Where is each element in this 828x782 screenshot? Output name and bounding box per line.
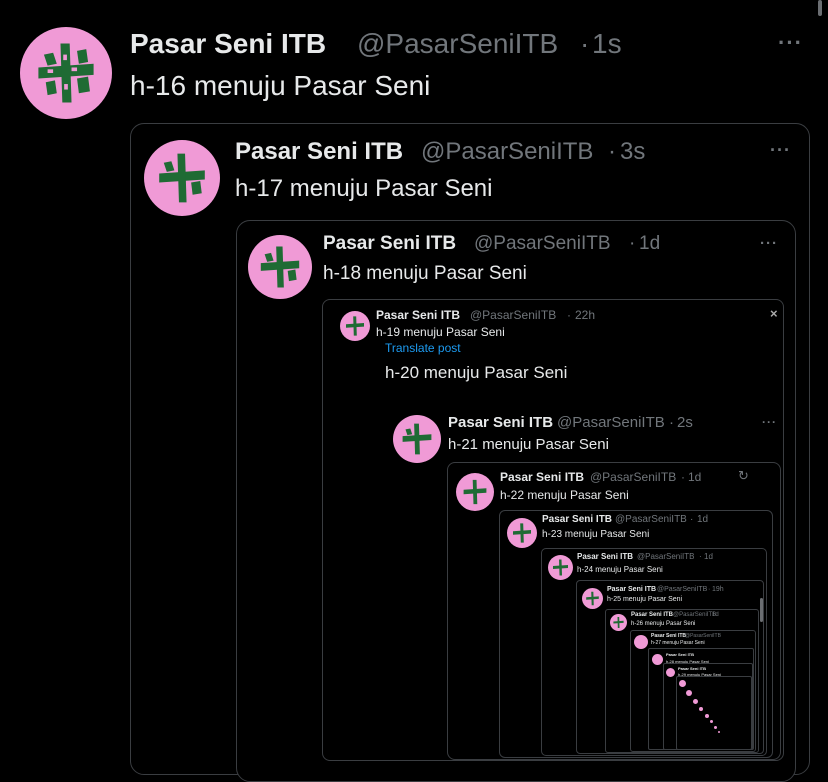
author-name[interactable]: Pasar Seni ITB [577, 552, 633, 561]
tweet-text: h-27 menuju Pasar Seni [651, 640, 705, 646]
quoted-tweet-nested [676, 676, 752, 750]
avatar [710, 720, 713, 723]
timestamp[interactable]: 1d [712, 612, 719, 618]
separator-dot: · [690, 514, 694, 525]
tweet-text: h-16 menuju Pasar Seni [130, 70, 431, 101]
more-icon[interactable]: ··· [778, 30, 803, 56]
avatar [705, 714, 709, 718]
more-icon[interactable]: ··· [760, 235, 778, 252]
separator-dot: · [669, 414, 674, 431]
tweet-text: h-21 menuju Pasar Seni [448, 436, 609, 453]
logo-avatar-icon [513, 523, 531, 543]
logo-avatar-icon [346, 316, 364, 336]
tweet-text: h-23 menuju Pasar Seni [542, 529, 650, 540]
timestamp[interactable]: 3s [620, 138, 645, 166]
author-name[interactable]: Pasar Seni ITB [678, 666, 706, 671]
avatar[interactable] [652, 654, 663, 665]
tweet-text: h-19 menuju Pasar Seni [376, 325, 505, 339]
author-name[interactable]: Pasar Seni ITB [376, 308, 460, 322]
logo-avatar-icon [159, 153, 205, 203]
avatar [679, 680, 686, 687]
logo-avatar-icon [613, 617, 624, 628]
separator-dot: · [681, 470, 685, 484]
scrollbar[interactable] [760, 598, 763, 622]
avatar [693, 699, 698, 704]
logo-avatar-icon [260, 246, 300, 288]
timestamp[interactable]: 1d [688, 470, 701, 484]
author-handle[interactable]: @PasarSeniITB [557, 414, 665, 431]
author-name[interactable]: Pasar Seni ITB [500, 470, 584, 484]
avatar [699, 707, 703, 711]
logo-avatar-icon [553, 559, 568, 576]
timestamp[interactable]: 19h [712, 586, 724, 593]
author-handle[interactable]: @PasarSeniITB [673, 612, 716, 618]
author-name[interactable]: Pasar Seni ITB [448, 414, 553, 431]
more-icon[interactable]: ··· [770, 140, 791, 161]
avatar[interactable] [340, 311, 370, 341]
author-handle[interactable]: @PasarSeniITB [615, 514, 687, 525]
author-handle[interactable]: @PasarSeniITB [357, 28, 558, 60]
avatar [718, 731, 720, 733]
avatar [686, 690, 692, 696]
avatar[interactable] [634, 635, 648, 649]
tweet-text: h-18 menuju Pasar Seni [323, 263, 527, 284]
author-handle[interactable]: @PasarSeniITB [637, 552, 694, 561]
author-name[interactable]: Pasar Seni ITB [130, 28, 326, 60]
separator-dot: · [608, 138, 616, 165]
separator-dot: · [629, 233, 636, 254]
tweet-text: h-17 menuju Pasar Seni [235, 175, 493, 202]
tweet-text: h-24 menuju Pasar Seni [577, 565, 663, 574]
author-name[interactable]: Pasar Seni ITB [631, 612, 673, 618]
avatar[interactable] [610, 614, 627, 631]
timestamp[interactable]: 1d [704, 552, 713, 561]
scrollbar[interactable] [818, 0, 822, 16]
avatar[interactable] [456, 473, 494, 511]
logo-avatar-icon [402, 423, 432, 455]
author-name[interactable]: Pasar Seni ITB [323, 233, 456, 255]
author-name[interactable]: Pasar Seni ITB [607, 586, 656, 593]
avatar[interactable] [144, 140, 220, 216]
avatar[interactable] [393, 415, 441, 463]
avatar[interactable] [248, 235, 312, 299]
avatar[interactable] [20, 27, 112, 119]
timestamp[interactable]: 1d [697, 514, 708, 525]
avatar[interactable] [666, 668, 675, 677]
refresh-icon[interactable]: ↻ [738, 468, 749, 484]
author-name[interactable]: Pasar Seni ITB [651, 633, 686, 639]
author-handle[interactable]: @PasarSeniITB [685, 633, 721, 639]
separator-dot: · [708, 586, 711, 593]
avatar[interactable] [582, 588, 603, 609]
tweet-text: h-25 menuju Pasar Seni [607, 596, 683, 603]
separator-dot: · [567, 308, 571, 322]
translate-link[interactable]: Translate post [385, 341, 461, 355]
timestamp[interactable]: 1s [592, 28, 622, 60]
separator-dot: · [699, 552, 702, 561]
author-handle[interactable]: @PasarSeniITB [590, 470, 676, 484]
timestamp[interactable]: 2s [677, 414, 693, 431]
timestamp[interactable]: 1d [639, 233, 660, 255]
separator-dot: · [580, 28, 590, 59]
close-icon[interactable]: × [770, 306, 779, 321]
author-name[interactable]: Pasar Seni ITB [666, 652, 694, 657]
author-handle[interactable]: @PasarSeniITB [474, 233, 611, 255]
tweet-text: h-26 menuju Pasar Seni [631, 621, 696, 627]
author-handle[interactable]: @PasarSeniITB [657, 586, 707, 593]
logo-avatar-icon [38, 43, 94, 103]
tweet-text: h-22 menuju Pasar Seni [500, 488, 629, 502]
logo-avatar-icon [586, 591, 599, 606]
logo-avatar-icon [463, 479, 487, 505]
more-icon[interactable]: ··· [762, 415, 777, 429]
avatar[interactable] [548, 555, 573, 580]
author-handle[interactable]: @PasarSeniITB [421, 138, 593, 166]
timestamp[interactable]: 22h [575, 308, 595, 322]
tweet-text: h-20 menuju Pasar Seni [385, 363, 568, 382]
author-handle[interactable]: @PasarSeniITB [470, 308, 556, 322]
avatar [714, 726, 717, 729]
avatar[interactable] [507, 518, 537, 548]
author-name[interactable]: Pasar Seni ITB [542, 514, 612, 525]
author-name[interactable]: Pasar Seni ITB [235, 138, 403, 166]
